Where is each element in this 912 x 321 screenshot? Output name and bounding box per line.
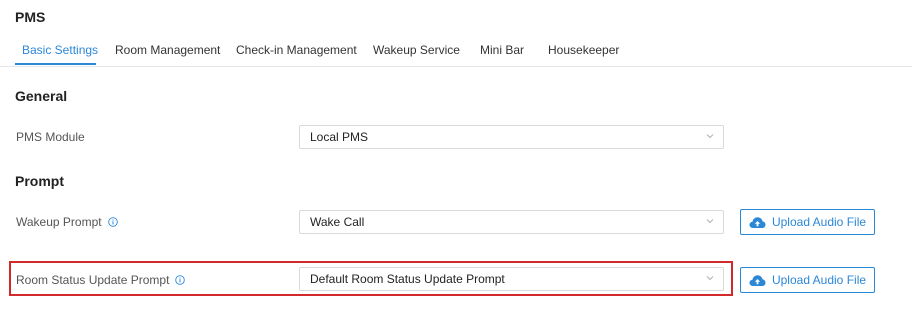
wakeup-upload-audio-button[interactable]: Upload Audio File: [740, 209, 875, 235]
info-icon[interactable]: [107, 217, 118, 227]
tab-room-management[interactable]: Room Management: [115, 43, 220, 57]
chevron-down-icon: [706, 219, 714, 224]
wakeup-prompt-value: Wake Call: [310, 215, 365, 229]
chevron-down-icon: [706, 134, 714, 139]
tab-check-in-management[interactable]: Check-in Management: [236, 43, 357, 57]
highlight-annotation-box: [9, 261, 733, 296]
cloud-upload-icon: [749, 274, 766, 286]
cloud-upload-icon: [749, 216, 766, 228]
wakeup-prompt-select[interactable]: Wake Call: [299, 210, 724, 234]
tab-housekeeper[interactable]: Housekeeper: [548, 43, 619, 57]
wakeup-prompt-label-text: Wakeup Prompt: [16, 215, 102, 229]
tab-mini-bar[interactable]: Mini Bar: [480, 43, 524, 57]
pms-module-select[interactable]: Local PMS: [299, 125, 724, 149]
section-heading-prompt: Prompt: [15, 173, 64, 189]
upload-label: Upload Audio File: [771, 215, 867, 229]
active-tab-indicator: [15, 63, 96, 65]
tab-bar: Basic Settings Room Management Check-in …: [0, 38, 912, 67]
pms-module-label-text: PMS Module: [16, 130, 85, 144]
tab-wakeup-service[interactable]: Wakeup Service: [373, 43, 460, 57]
pms-module-value: Local PMS: [310, 130, 369, 144]
section-heading-general: General: [15, 88, 68, 104]
wakeup-prompt-label: Wakeup Prompt: [16, 215, 118, 229]
app-title: PMS: [15, 9, 46, 25]
room-status-upload-audio-button[interactable]: Upload Audio File: [740, 267, 875, 293]
pms-module-label: PMS Module: [16, 130, 85, 144]
upload-label: Upload Audio File: [771, 273, 867, 287]
tab-basic-settings[interactable]: Basic Settings: [22, 43, 98, 57]
